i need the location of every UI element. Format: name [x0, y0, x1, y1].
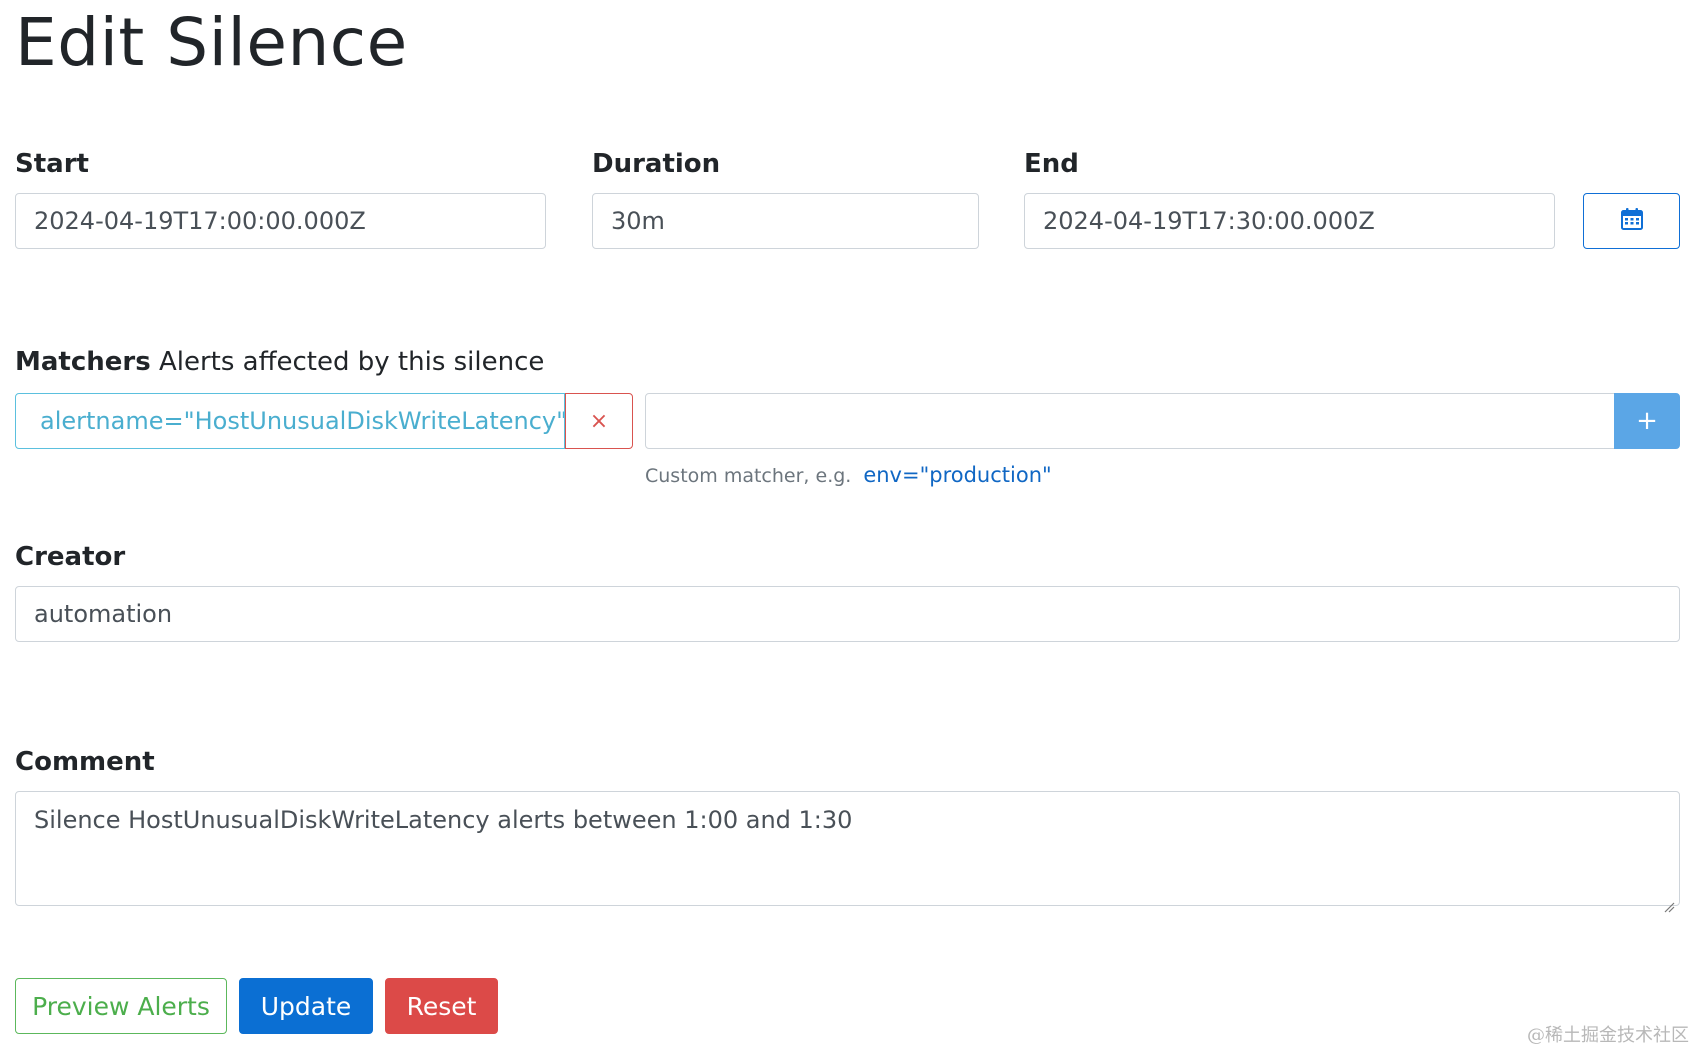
comment-textarea[interactable]: Silence HostUnusualDiskWriteLatency aler…	[15, 791, 1680, 913]
resize-handle-icon[interactable]	[1663, 889, 1675, 913]
preview-alerts-button[interactable]: Preview Alerts	[15, 978, 227, 1034]
calendar-icon	[1620, 207, 1644, 235]
matchers-subtitle: Alerts affected by this silence	[158, 347, 545, 377]
duration-label: Duration	[592, 149, 721, 179]
close-icon: ×	[589, 408, 609, 434]
plus-icon: +	[1636, 406, 1658, 436]
matchers-heading: Matchers Alerts affected by this silence	[15, 346, 544, 378]
page-title: Edit Silence	[15, 4, 408, 81]
comment-label: Comment	[15, 747, 155, 777]
matcher-hint-example: env="production"	[863, 463, 1052, 487]
duration-input[interactable]	[592, 193, 979, 249]
new-matcher-input[interactable]	[645, 393, 1615, 449]
reset-button[interactable]: Reset	[385, 978, 498, 1034]
end-input[interactable]	[1024, 193, 1555, 249]
matcher-chip[interactable]: alertname="HostUnusualDiskWriteLatency"	[15, 393, 565, 449]
start-label: Start	[15, 149, 89, 179]
start-input[interactable]	[15, 193, 546, 249]
remove-matcher-button[interactable]: ×	[565, 393, 633, 449]
matchers-title: Matchers	[15, 347, 151, 377]
matcher-hint-text: Custom matcher, e.g.	[645, 465, 852, 487]
comment-text: Silence HostUnusualDiskWriteLatency aler…	[34, 806, 853, 834]
end-label: End	[1024, 149, 1079, 179]
creator-input[interactable]	[15, 586, 1680, 642]
creator-label: Creator	[15, 542, 126, 572]
watermark: @稀土掘金技术社区	[1527, 1025, 1689, 1046]
matcher-hint: Custom matcher, e.g. env="production"	[645, 462, 1052, 489]
date-picker-button[interactable]	[1583, 193, 1680, 249]
add-matcher-button[interactable]: +	[1614, 393, 1680, 449]
update-button[interactable]: Update	[239, 978, 373, 1034]
